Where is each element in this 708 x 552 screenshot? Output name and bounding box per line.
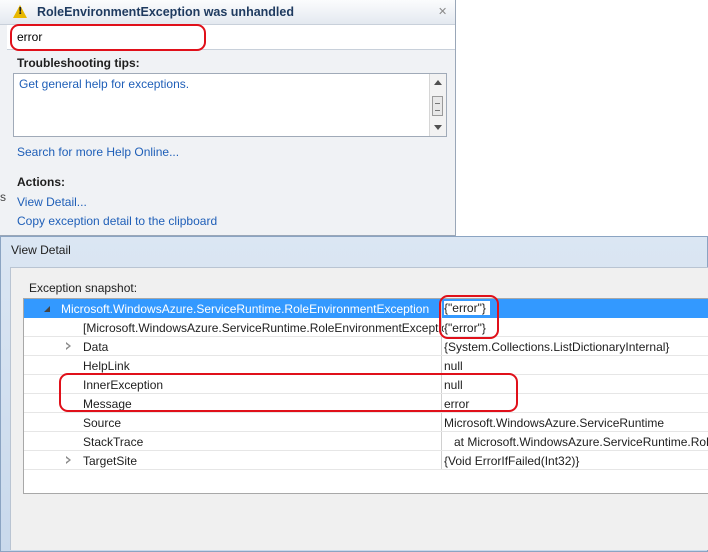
property-name: Microsoft.WindowsAzure.ServiceRuntime.Ro… xyxy=(61,302,430,316)
assistant-title: RoleEnvironmentException was unhandled xyxy=(37,5,294,19)
collapsed-triangle-icon[interactable] xyxy=(66,342,71,350)
property-value: at Microsoft.WindowsAzure.ServiceRuntime… xyxy=(454,435,708,449)
table-row[interactable]: Data {System.Collections.ListDictionaryI… xyxy=(24,337,708,356)
table-row[interactable]: [Microsoft.WindowsAzure.ServiceRuntime.R… xyxy=(24,318,708,337)
assistant-title-bar: RoleEnvironmentException was unhandled ✕ xyxy=(0,0,455,25)
column-divider xyxy=(441,413,442,432)
tip-general-help-link[interactable]: Get general help for exceptions. xyxy=(19,77,189,91)
property-value: {Void ErrorIfFailed(Int32)} xyxy=(444,454,584,468)
table-row[interactable]: Source Microsoft.WindowsAzure.ServiceRun… xyxy=(24,413,708,432)
actions-header: Actions: xyxy=(17,175,65,189)
column-divider xyxy=(441,337,442,356)
search-help-online-link[interactable]: Search for more Help Online... xyxy=(17,145,179,159)
tips-scrollbar[interactable] xyxy=(429,74,446,136)
property-value: null xyxy=(444,359,467,373)
property-value: {System.Collections.ListDictionaryIntern… xyxy=(444,340,674,354)
property-name: HelpLink xyxy=(83,359,130,373)
column-divider xyxy=(441,451,442,470)
background-text-fragment: s xyxy=(0,190,6,204)
close-icon[interactable]: ✕ xyxy=(438,5,447,18)
troubleshooting-tips-list: Get general help for exceptions. xyxy=(13,73,447,137)
warning-icon xyxy=(13,5,27,18)
dialog-title: View Detail xyxy=(11,243,71,257)
property-value: Microsoft.WindowsAzure.ServiceRuntime xyxy=(444,416,669,430)
property-name: [Microsoft.WindowsAzure.ServiceRuntime.R… xyxy=(83,321,455,335)
scroll-down-icon[interactable] xyxy=(434,125,442,130)
table-row[interactable]: TargetSite {Void ErrorIfFailed(Int32)} xyxy=(24,451,708,470)
value-error-highlight xyxy=(439,295,499,339)
property-name: Source xyxy=(83,416,122,430)
troubleshooting-tips-header: Troubleshooting tips: xyxy=(17,56,140,70)
property-name: Data xyxy=(83,340,109,354)
message-highlight xyxy=(10,24,206,51)
table-row[interactable]: StackTrace at Microsoft.WindowsAzure.Ser… xyxy=(24,432,708,451)
copy-exception-detail-link[interactable]: Copy exception detail to the clipboard xyxy=(17,214,217,228)
column-divider xyxy=(441,432,442,451)
view-detail-link[interactable]: View Detail... xyxy=(17,195,87,209)
property-name: StackTrace xyxy=(83,435,144,449)
table-row[interactable]: Microsoft.WindowsAzure.ServiceRuntime.Ro… xyxy=(24,299,708,318)
property-name: TargetSite xyxy=(83,454,138,468)
scroll-up-icon[interactable] xyxy=(434,80,442,85)
collapsed-triangle-icon[interactable] xyxy=(66,456,71,464)
expanded-triangle-icon[interactable] xyxy=(44,306,50,312)
scroll-thumb[interactable] xyxy=(432,96,443,116)
inner-exception-message-highlight xyxy=(59,373,518,412)
exception-snapshot-label: Exception snapshot: xyxy=(29,281,138,295)
